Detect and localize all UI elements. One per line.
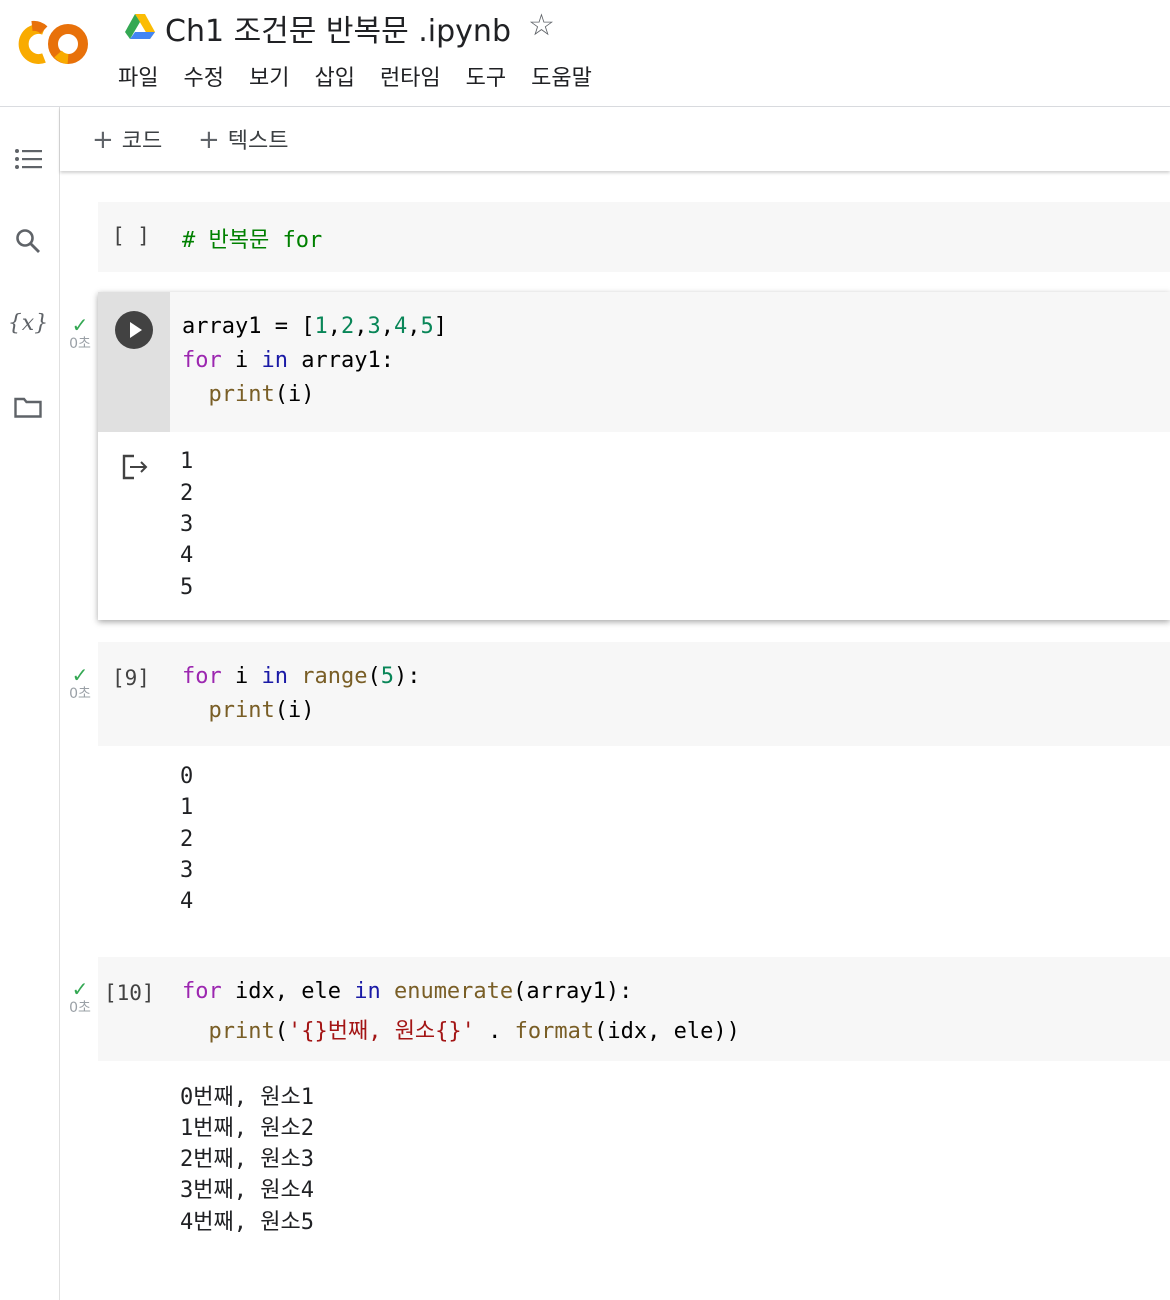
colab-logo[interactable] xyxy=(14,18,92,70)
code-editor[interactable]: [9] for i in range(5): print(i) xyxy=(98,642,1170,746)
google-drive-icon[interactable] xyxy=(125,12,155,40)
table-of-contents-button[interactable] xyxy=(8,139,48,179)
output-line: 0번째, 원소1 xyxy=(180,1085,314,1110)
execution-time: 0초 xyxy=(69,336,91,352)
plus-icon: + xyxy=(198,125,220,155)
variables-icon: {x} xyxy=(7,310,49,336)
menu-edit[interactable]: 수정 xyxy=(183,60,223,92)
output-line: 3 xyxy=(180,512,194,537)
menu-file[interactable]: 파일 xyxy=(118,60,158,92)
code-line[interactable]: # 반복문 for xyxy=(182,222,322,254)
output-line: 5 xyxy=(180,575,194,600)
add-code-label: 코드 xyxy=(121,129,163,154)
code-cell[interactable]: [9] for i in range(5): print(i) 0 1 2 3 … xyxy=(98,642,1170,932)
execution-count[interactable]: [9] xyxy=(112,666,150,690)
output-line: 3 xyxy=(180,858,194,883)
menu-help[interactable]: 도움말 xyxy=(531,60,592,92)
menu-bar: 파일 수정 보기 삽입 런타임 도구 도움말 xyxy=(118,60,617,92)
output-line: 4 xyxy=(180,889,194,914)
code-line[interactable]: for i in array1: xyxy=(182,348,394,373)
add-text-button[interactable]: + 텍스트 xyxy=(198,123,289,155)
cell-status: ✓ 0초 xyxy=(64,978,96,1016)
output-line: 4 xyxy=(180,543,194,568)
code-line[interactable]: for idx, ele in enumerate(array1): xyxy=(182,979,632,1004)
code-editor[interactable]: array1 = [1,2,3,4,5] for i in array1: pr… xyxy=(98,292,1170,432)
star-icon[interactable]: ☆ xyxy=(528,8,555,43)
code-line[interactable]: print('{}번째, 원소{}' . format(idx, ele)) xyxy=(182,1013,740,1045)
code-cell[interactable]: [ ] # 반복문 for xyxy=(98,202,1170,272)
notebook-title[interactable]: Ch1 조건문 반복문 .ipynb xyxy=(165,6,511,50)
execution-time: 0초 xyxy=(69,686,91,702)
run-cell-button[interactable] xyxy=(115,311,153,349)
clear-output-icon[interactable] xyxy=(122,454,150,480)
left-sidebar: {x} xyxy=(0,107,60,1300)
notebook-toolbar: + 코드 + 텍스트 xyxy=(60,107,1170,171)
code-line[interactable]: print(i) xyxy=(182,382,315,407)
code-line[interactable]: for i in range(5): xyxy=(182,664,420,689)
menu-runtime[interactable]: 런타임 xyxy=(380,60,441,92)
code-line[interactable]: array1 = [1,2,3,4,5] xyxy=(182,314,447,339)
cell-status: ✓ 0초 xyxy=(64,314,96,352)
variables-button[interactable]: {x} xyxy=(8,303,48,343)
files-button[interactable] xyxy=(8,387,48,427)
search-button[interactable] xyxy=(8,221,48,261)
output-line: 2 xyxy=(180,827,194,852)
output-line: 1 xyxy=(180,449,194,474)
output-line: 2 xyxy=(180,481,194,506)
plus-icon: + xyxy=(92,125,114,155)
code-cell[interactable]: [10] for idx, ele in enumerate(array1): … xyxy=(98,957,1170,1247)
check-icon: ✓ xyxy=(71,977,89,1001)
code-cell-focused[interactable]: array1 = [1,2,3,4,5] for i in array1: pr… xyxy=(98,292,1170,620)
output-line: 3번째, 원소4 xyxy=(180,1178,314,1203)
header-bar: Ch1 조건문 반복문 .ipynb ☆ 파일 수정 보기 삽입 런타임 도구 … xyxy=(0,0,1170,107)
list-icon xyxy=(15,149,42,169)
run-gutter xyxy=(98,292,170,432)
code-editor[interactable]: [ ] # 반복문 for xyxy=(98,202,1170,272)
check-icon: ✓ xyxy=(71,663,89,687)
menu-tools[interactable]: 도구 xyxy=(466,60,506,92)
cell-status: ✓ 0초 xyxy=(64,664,96,702)
output-line: 2번째, 원소3 xyxy=(180,1147,314,1172)
output-line: 1번째, 원소2 xyxy=(180,1116,314,1141)
output-line: 4번째, 원소5 xyxy=(180,1210,314,1235)
execution-count[interactable]: [10] xyxy=(104,981,155,1005)
output-line: 1 xyxy=(180,795,194,820)
code-editor[interactable]: [10] for idx, ele in enumerate(array1): … xyxy=(98,957,1170,1061)
add-code-button[interactable]: + 코드 xyxy=(92,123,162,155)
add-text-label: 텍스트 xyxy=(227,129,289,154)
check-icon: ✓ xyxy=(71,313,89,337)
output-line: 0 xyxy=(180,764,194,789)
execution-count[interactable]: [ ] xyxy=(112,224,150,248)
code-line[interactable]: print(i) xyxy=(182,698,315,723)
execution-time: 0초 xyxy=(69,1000,91,1016)
search-icon xyxy=(16,229,40,253)
menu-insert[interactable]: 삽입 xyxy=(314,60,354,92)
folder-icon xyxy=(14,397,42,418)
menu-view[interactable]: 보기 xyxy=(249,60,289,92)
